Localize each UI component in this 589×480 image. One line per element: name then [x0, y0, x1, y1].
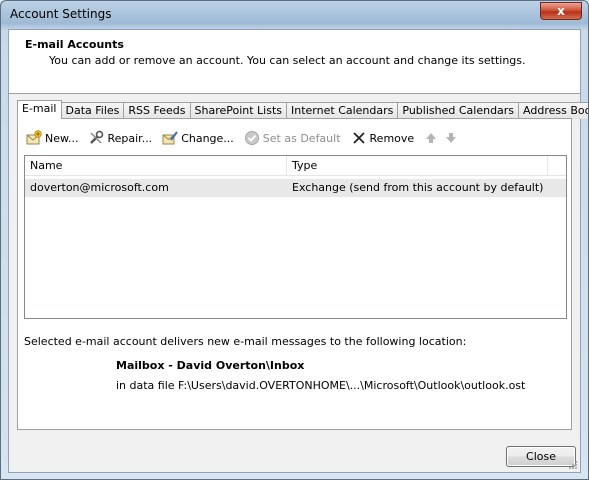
accounts-list[interactable]: Name Type doverton@microsoft.com Exchang…: [24, 155, 567, 319]
new-account-icon: [26, 130, 42, 146]
tab-sharepoint-lists-label: SharePoint Lists: [194, 104, 283, 117]
remove-x-icon: [351, 130, 367, 146]
tab-published-calendars[interactable]: Published Calendars: [397, 102, 520, 119]
close-button-label: Close: [526, 450, 556, 463]
section-subtitle: You can add or remove an account. You ca…: [49, 54, 526, 67]
repair-button-label: Repair...: [107, 131, 153, 145]
tab-data-files-label: Data Files: [65, 104, 120, 117]
change-button[interactable]: Change...: [162, 129, 234, 147]
email-tab-panel: New... Repair... Change... Set as Defaul…: [17, 118, 572, 430]
column-header-type[interactable]: Type: [287, 156, 548, 176]
change-icon: [162, 130, 178, 146]
new-button-label: New...: [45, 131, 79, 145]
remove-button-label: Remove: [369, 131, 415, 145]
delivery-mailbox: Mailbox - David Overton\Inbox: [116, 359, 305, 372]
change-button-label: Change...: [181, 131, 234, 145]
window-close-button[interactable]: x: [540, 2, 582, 20]
set-as-default-label: Set as Default: [262, 131, 341, 145]
window-title: Account Settings: [10, 7, 112, 21]
check-icon: [244, 130, 260, 146]
tab-address-books-label: Address Books: [523, 104, 588, 117]
table-row[interactable]: doverton@microsoft.com Exchange (send fr…: [25, 179, 566, 197]
tab-sharepoint-lists[interactable]: SharePoint Lists: [189, 102, 288, 119]
resize-grip-icon[interactable]: [568, 460, 578, 470]
account-name-cell: doverton@microsoft.com: [30, 181, 169, 194]
accounts-list-header: Name Type: [25, 156, 566, 176]
column-header-filler: [548, 156, 566, 176]
header-panel: E-mail Accounts You can add or remove an…: [9, 30, 580, 94]
tab-address-books[interactable]: Address Books: [518, 102, 588, 119]
dialog-client-area: E-mail Accounts You can add or remove an…: [8, 29, 588, 473]
tab-strip: E-mail Data Files RSS Feeds SharePoint L…: [17, 100, 588, 119]
tab-data-files[interactable]: Data Files: [60, 102, 125, 119]
column-header-name[interactable]: Name: [25, 156, 287, 176]
close-button[interactable]: Close: [506, 446, 576, 467]
account-settings-window: Account Settings x E-mail Accounts You c…: [0, 0, 589, 480]
repair-icon: [88, 130, 104, 146]
close-icon: x: [557, 4, 565, 18]
account-toolbar: New... Repair... Change... Set as Defaul…: [26, 129, 464, 147]
tab-internet-calendars[interactable]: Internet Calendars: [286, 102, 399, 119]
repair-button[interactable]: Repair...: [88, 129, 152, 147]
delivery-description: Selected e-mail account delivers new e-m…: [24, 335, 467, 348]
tab-internet-calendars-label: Internet Calendars: [291, 104, 394, 117]
section-title: E-mail Accounts: [25, 38, 124, 51]
tab-published-calendars-label: Published Calendars: [402, 104, 515, 117]
tab-rss-feeds-label: RSS Feeds: [128, 104, 186, 117]
title-bar[interactable]: Account Settings x: [1, 1, 588, 29]
tab-email[interactable]: E-mail: [17, 100, 62, 119]
tab-email-label: E-mail: [22, 102, 57, 115]
account-type-cell: Exchange (send from this account by defa…: [292, 181, 544, 194]
new-button[interactable]: New...: [26, 129, 78, 147]
remove-button[interactable]: Remove: [351, 129, 415, 147]
delivery-data-file: in data file F:\Users\david.OVERTONHOME\…: [116, 379, 526, 392]
arrow-down-icon[interactable]: [444, 130, 458, 146]
arrow-up-icon[interactable]: [424, 130, 438, 146]
set-as-default-button[interactable]: Set as Default: [244, 129, 341, 147]
tab-rss-feeds[interactable]: RSS Feeds: [123, 102, 191, 119]
